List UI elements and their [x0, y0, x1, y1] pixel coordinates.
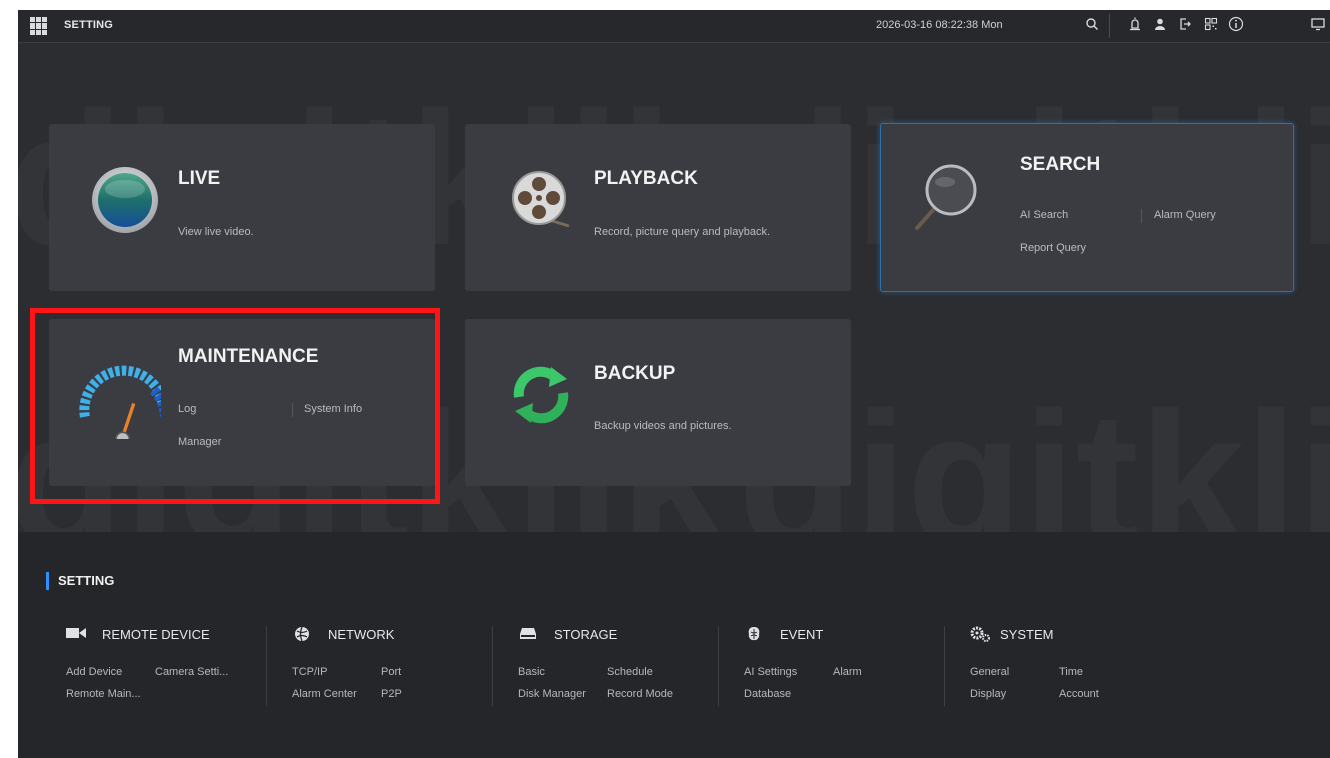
hard-disk-icon: [518, 626, 538, 642]
link-port[interactable]: Port: [381, 666, 401, 678]
link-divider: [1141, 209, 1142, 223]
link-alarm-center[interactable]: Alarm Center: [292, 688, 357, 700]
playback-desc: Record, picture query and playback.: [594, 226, 771, 238]
alarm-icon[interactable]: [1125, 16, 1145, 36]
toolbar-divider: [1109, 14, 1110, 38]
settings-title: SETTING: [46, 572, 114, 590]
search-icon[interactable]: [1082, 16, 1102, 36]
link-account[interactable]: Account: [1059, 688, 1099, 700]
remote-device-label: REMOTE DEVICE: [102, 626, 210, 642]
link-camera-settings[interactable]: Camera Setti...: [155, 666, 228, 678]
category-event: EVENT AI Settings Alarm Database: [744, 624, 944, 714]
category-storage: STORAGE Basic Schedule Disk Manager Reco…: [518, 624, 718, 714]
link-ai-settings[interactable]: AI Settings: [744, 666, 797, 678]
backup-sync-icon: [513, 366, 569, 424]
category-divider: [944, 626, 945, 706]
globe-icon: [292, 626, 312, 642]
system-label: SYSTEM: [1000, 626, 1054, 642]
backup-desc: Backup videos and pictures.: [594, 420, 732, 432]
search-card[interactable]: SEARCH AI Search Alarm Query Report Quer…: [880, 123, 1294, 292]
network-label: NETWORK: [328, 626, 395, 642]
link-database[interactable]: Database: [744, 688, 791, 700]
backup-card[interactable]: BACKUP Backup videos and pictures.: [465, 319, 851, 486]
link-record-mode[interactable]: Record Mode: [607, 688, 673, 700]
link-add-device[interactable]: Add Device: [66, 666, 122, 678]
link-display[interactable]: Display: [970, 688, 1006, 700]
category-system: SYSTEM General Time Display Account: [970, 624, 1170, 714]
category-remote-device: REMOTE DEVICE Add Device Camera Setti...…: [66, 624, 266, 714]
storage-header[interactable]: STORAGE: [518, 624, 617, 644]
magnifier-icon: [915, 164, 977, 230]
screen-frame: digitklik digitklik digitklik digitklik …: [0, 0, 1330, 758]
user-icon[interactable]: [1150, 16, 1170, 36]
camera-icon: [66, 626, 86, 642]
highlight-box: [30, 308, 440, 504]
network-header[interactable]: NETWORK: [292, 624, 394, 644]
playback-card[interactable]: PLAYBACK Record, picture query and playb…: [465, 124, 851, 291]
category-divider: [492, 626, 493, 706]
link-time[interactable]: Time: [1059, 666, 1083, 678]
info-icon[interactable]: [1226, 16, 1246, 36]
film-reel-icon: [512, 171, 570, 228]
link-disk-manager[interactable]: Disk Manager: [518, 688, 586, 700]
live-desc: View live video.: [178, 226, 254, 238]
event-label: EVENT: [780, 626, 824, 642]
search-title: SEARCH: [1020, 154, 1101, 175]
system-header[interactable]: SYSTEM: [970, 624, 1053, 644]
link-remote-maintenance[interactable]: Remote Main...: [66, 688, 141, 700]
event-header[interactable]: EVENT: [744, 624, 823, 644]
link-alarm[interactable]: Alarm: [833, 666, 862, 678]
backup-title: BACKUP: [594, 363, 676, 384]
page-title: SETTING: [64, 19, 114, 31]
app-window: digitklik digitklik digitklik digitklik …: [18, 10, 1330, 758]
live-card[interactable]: LIVE View live video.: [49, 124, 435, 291]
event-brain-icon: [744, 626, 764, 642]
search-link-ai-search[interactable]: AI Search: [1020, 209, 1068, 221]
live-title: LIVE: [178, 168, 221, 189]
search-link-alarm-query[interactable]: Alarm Query: [1154, 209, 1216, 221]
category-divider: [266, 626, 267, 706]
live-globe-icon: [92, 167, 158, 233]
link-general[interactable]: General: [970, 666, 1009, 678]
search-link-report-query[interactable]: Report Query: [1020, 242, 1086, 254]
playback-title: PLAYBACK: [594, 168, 698, 189]
remote-device-header[interactable]: REMOTE DEVICE: [66, 624, 210, 644]
datetime-display: 2026-03-16 08:22:38 Mon: [876, 19, 1003, 31]
main-menu-icon[interactable]: [30, 17, 48, 35]
gears-icon: [970, 626, 990, 642]
link-basic[interactable]: Basic: [518, 666, 545, 678]
category-network: NETWORK TCP/IP Port Alarm Center P2P: [292, 624, 492, 714]
monitor-icon[interactable]: [1308, 16, 1328, 36]
storage-label: STORAGE: [554, 626, 618, 642]
link-schedule[interactable]: Schedule: [607, 666, 653, 678]
logout-icon[interactable]: [1175, 16, 1195, 36]
settings-panel: SETTING REMOTE DEVICE Add Device Camera …: [18, 532, 1330, 758]
link-p2p[interactable]: P2P: [381, 688, 402, 700]
link-tcpip[interactable]: TCP/IP: [292, 666, 327, 678]
qrcode-icon[interactable]: [1201, 16, 1221, 36]
top-bar: SETTING 2026-03-16 08:22:38 Mon: [18, 10, 1330, 43]
category-divider: [718, 626, 719, 706]
